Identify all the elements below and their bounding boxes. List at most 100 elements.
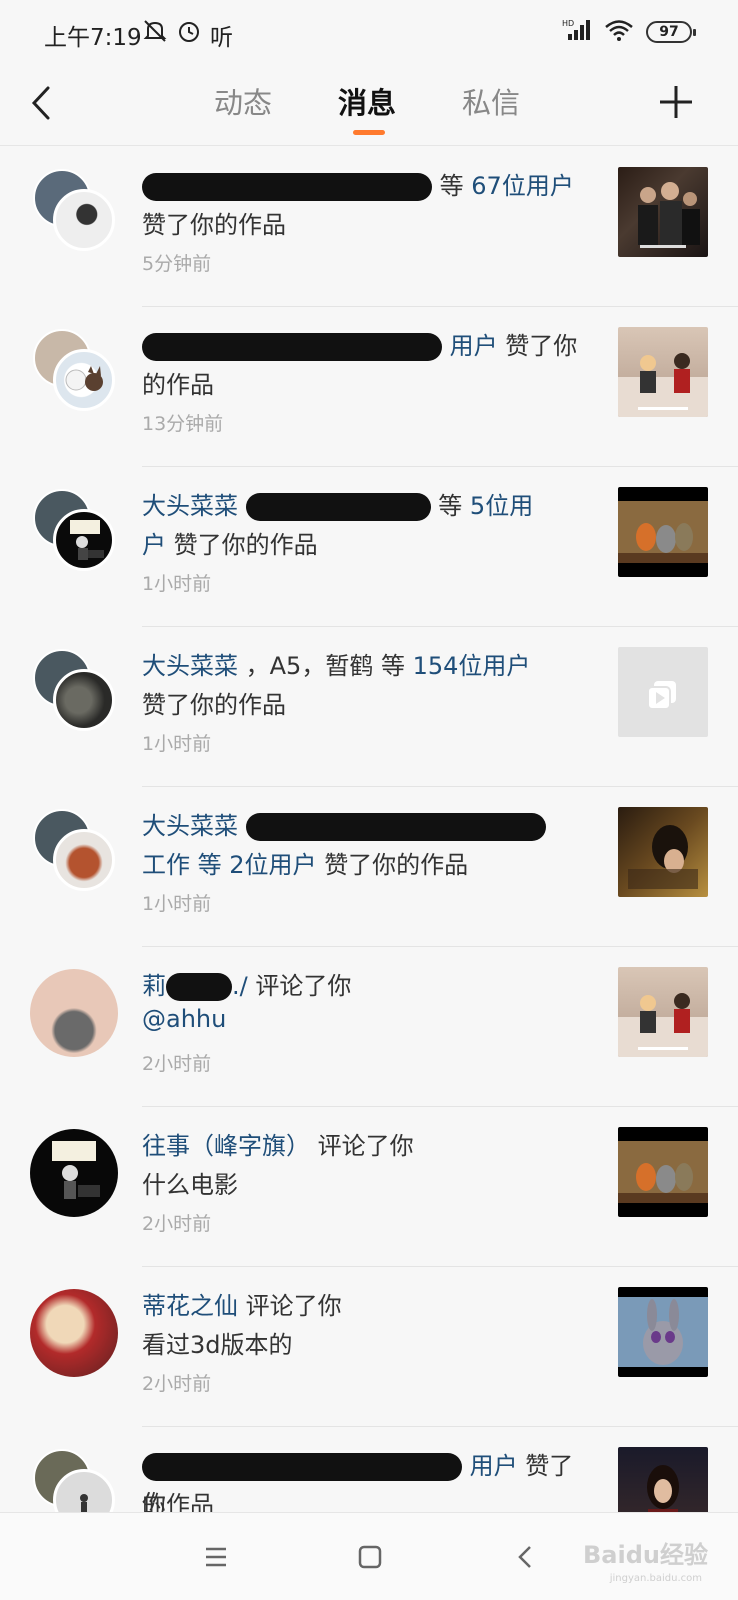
comment-text: 什么电影 xyxy=(142,1171,238,1199)
action-text: 赞了你的作品 xyxy=(324,851,469,879)
users-suffix: ，A5，暂鹤 等 xyxy=(245,652,405,680)
tab-messages[interactable]: 消息 xyxy=(338,80,396,122)
status-bar: 上午7:19 听 HD 97 xyxy=(0,0,738,66)
avatar[interactable] xyxy=(30,1289,118,1377)
user-name[interactable]: 大头菜菜 xyxy=(142,652,238,680)
user-name[interactable]: 往事（峰字旗） xyxy=(142,1132,310,1160)
avatar[interactable] xyxy=(53,349,115,411)
system-back-button[interactable] xyxy=(508,1539,544,1575)
back-button[interactable] xyxy=(22,80,62,126)
users-suffix: 等 xyxy=(439,172,464,200)
notification-time: 2小时前 xyxy=(142,1053,212,1075)
user-count-continued[interactable]: 户 xyxy=(142,531,166,559)
avatar[interactable] xyxy=(30,969,118,1057)
notification-time: 2小时前 xyxy=(142,1373,212,1395)
action-text: 评论了你 xyxy=(245,1292,342,1320)
user-name[interactable]: 蒂花之仙 xyxy=(142,1292,238,1320)
home-button[interactable] xyxy=(352,1539,388,1575)
notification-text: 等 67位用户 xyxy=(142,167,587,205)
redacted-usernames xyxy=(142,333,442,361)
menu-button[interactable] xyxy=(198,1539,234,1575)
notification-action: 的作品 xyxy=(142,371,214,399)
signal-icon: HD xyxy=(562,18,592,46)
system-nav-bar: Baidu经验 jingyan.baidu.com xyxy=(0,1512,738,1600)
user-count[interactable]: 用户 xyxy=(450,332,498,360)
avatar[interactable] xyxy=(53,1469,115,1512)
watermark-logo: Baidu经验 xyxy=(583,1541,708,1569)
user-name[interactable]: 大头菜菜 xyxy=(142,492,238,520)
video-thumbnail[interactable] xyxy=(618,327,708,417)
notification-item[interactable]: 大头菜菜 ，A5，暂鹤 等 154位用户 赞了你的作品 1小时前 xyxy=(0,627,738,787)
notification-item[interactable]: 等 67位用户 赞了你的作品 5分钟前 xyxy=(0,147,738,307)
users-suffix: 等 xyxy=(438,492,463,520)
redacted-usernames xyxy=(245,813,546,841)
battery-indicator: 97 xyxy=(646,21,696,43)
watermark-url: jingyan.baidu.com xyxy=(609,1573,702,1584)
action-text: 赞了你的作品 xyxy=(173,531,318,559)
message-header: 动态 消息 私信 xyxy=(0,66,738,146)
hd-label: HD xyxy=(562,19,574,28)
notification-text: 蒂花之仙 评论了你 xyxy=(142,1287,587,1325)
video-thumbnail[interactable] xyxy=(618,807,708,897)
action-text: 评论了你 xyxy=(317,1132,414,1160)
active-tab-indicator xyxy=(353,130,385,135)
notification-text: 莉 ./ 评论了你 xyxy=(142,967,587,1005)
notification-action: 赞了你的作品 xyxy=(142,211,286,239)
notification-time: 1小时前 xyxy=(142,733,212,755)
redacted-usernames xyxy=(245,493,431,521)
avatar[interactable] xyxy=(53,509,115,571)
notification-item[interactable]: 往事（峰字旗） 评论了你 什么电影 2小时前 xyxy=(0,1107,738,1267)
notification-text: 大头菜菜 xyxy=(142,807,587,845)
notification-action: 工作 等 2位用户 赞了你的作品 xyxy=(142,845,468,880)
chevron-left-icon xyxy=(31,86,50,120)
notification-time: 1小时前 xyxy=(142,573,212,595)
user-name[interactable]: 莉 xyxy=(142,972,166,1000)
wifi-icon xyxy=(604,18,634,46)
notification-item[interactable]: 莉 ./ 评论了你 @ahhu 2小时前 xyxy=(0,947,738,1107)
notification-time: 13分钟前 xyxy=(142,413,224,435)
user-count[interactable]: 5位用 xyxy=(470,492,533,520)
redacted-usernames xyxy=(142,173,432,201)
notification-item[interactable]: 用户 赞了你 的作品 xyxy=(0,1427,738,1512)
video-thumbnail[interactable] xyxy=(618,1127,708,1217)
video-thumbnail[interactable] xyxy=(618,1447,708,1512)
tab-private-messages[interactable]: 私信 xyxy=(462,80,520,122)
action-text: 评论了你 xyxy=(255,972,352,1000)
notification-text: 用户 赞了你 xyxy=(142,327,587,365)
user-count[interactable]: 2位用户 xyxy=(229,851,316,879)
user-name-suffix[interactable]: ./ xyxy=(232,972,248,1000)
user-name-continued[interactable]: 工作 等 xyxy=(142,851,229,879)
user-name[interactable]: 大头菜菜 xyxy=(142,812,238,840)
comment-text: 看过3d版本的 xyxy=(142,1331,293,1359)
user-count[interactable]: 67位用户 xyxy=(471,172,574,200)
notification-time: 1小时前 xyxy=(142,893,212,915)
notification-time: 5分钟前 xyxy=(142,253,212,275)
video-thumbnail[interactable] xyxy=(618,167,708,257)
avatar[interactable] xyxy=(53,669,115,731)
video-thumbnail[interactable] xyxy=(618,967,708,1057)
redacted-usernames xyxy=(142,1453,462,1481)
tab-dongtai[interactable]: 动态 xyxy=(214,80,272,122)
notification-item[interactable]: 大头菜菜 等 5位用 户 赞了你的作品 1小时前 xyxy=(0,467,738,627)
video-thumbnail[interactable] xyxy=(618,487,708,577)
back-triangle-icon xyxy=(518,1546,531,1568)
user-count[interactable]: 用户 xyxy=(470,1452,518,1480)
notification-action: 的作品 xyxy=(142,1491,214,1512)
listen-indicator: 听 xyxy=(210,25,233,51)
comment-text: @ahhu xyxy=(142,1005,227,1033)
notification-item[interactable]: 大头菜菜 工作 等 2位用户 赞了你的作品 1小时前 xyxy=(0,787,738,947)
add-button[interactable] xyxy=(656,82,696,122)
avatar[interactable] xyxy=(53,829,115,891)
notification-action: 户 赞了你的作品 xyxy=(142,525,318,560)
notification-text: 大头菜菜 ，A5，暂鹤 等 154位用户 xyxy=(142,647,587,685)
notification-item[interactable]: 蒂花之仙 评论了你 看过3d版本的 2小时前 xyxy=(0,1267,738,1427)
video-thumbnail[interactable] xyxy=(618,1287,708,1377)
redacted-usernames xyxy=(166,973,232,1001)
notification-text: 往事（峰字旗） 评论了你 xyxy=(142,1127,587,1165)
avatar[interactable] xyxy=(53,189,115,251)
video-placeholder-icon xyxy=(647,681,676,710)
avatar[interactable] xyxy=(30,1129,118,1217)
user-count[interactable]: 154位用户 xyxy=(413,652,531,680)
video-thumbnail-placeholder[interactable] xyxy=(618,647,708,737)
notification-item[interactable]: 用户 赞了你 的作品 13分钟前 xyxy=(0,307,738,467)
